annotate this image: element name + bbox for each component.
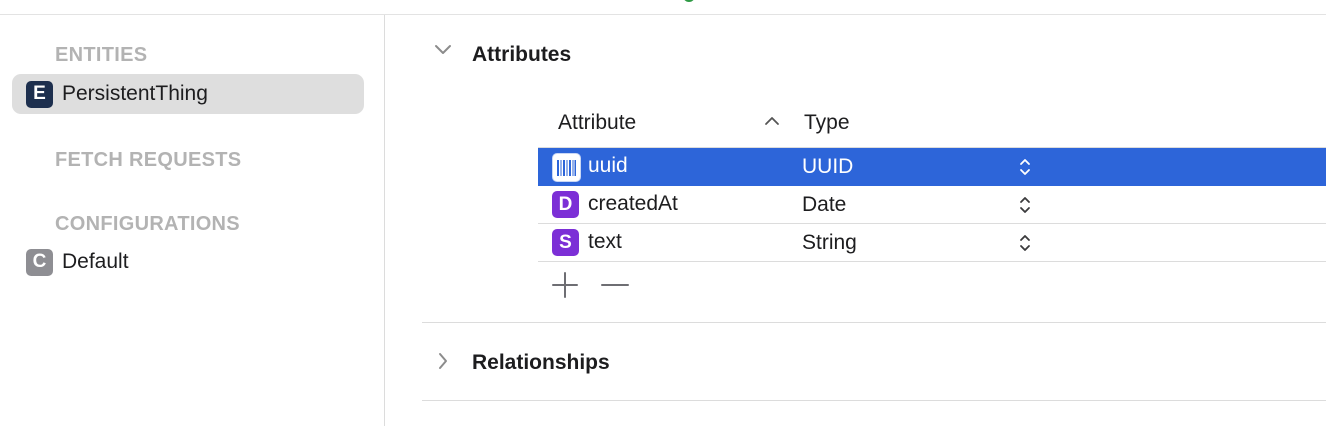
chevron-updown-icon[interactable] (1018, 233, 1032, 253)
section-divider (422, 400, 1326, 401)
attribute-name[interactable]: uuid (588, 154, 628, 178)
table-row[interactable]: uuid UUID (538, 148, 1326, 186)
add-attribute-button[interactable] (550, 270, 580, 300)
sidebar: ENTITIES E PersistentThing FETCH REQUEST… (0, 15, 384, 426)
sidebar-item-persistentthing[interactable]: E PersistentThing (12, 74, 364, 114)
attributes-table: Attribute Type uuid UUID D createdAt Dat… (538, 103, 1326, 306)
attributes-section-title[interactable]: Attributes (472, 43, 571, 67)
section-divider (422, 322, 1326, 323)
attribute-type[interactable]: String (802, 231, 857, 255)
sidebar-item-default[interactable]: C Default (12, 242, 364, 282)
chevron-down-icon[interactable] (433, 41, 453, 62)
status-indicator (683, 0, 695, 2)
relationships-section-title[interactable]: Relationships (472, 351, 610, 375)
chevron-right-icon[interactable] (433, 351, 453, 376)
column-header-attribute[interactable]: Attribute (558, 111, 636, 135)
remove-attribute-button[interactable] (600, 270, 630, 300)
sort-ascending-icon[interactable] (764, 113, 780, 129)
column-header-type[interactable]: Type (804, 111, 850, 135)
attribute-type[interactable]: UUID (802, 155, 853, 179)
sidebar-item-label: PersistentThing (62, 82, 208, 105)
attribute-name[interactable]: createdAt (588, 192, 678, 216)
table-controls (538, 262, 1326, 306)
sidebar-item-label: Default (62, 250, 129, 273)
table-row[interactable]: D createdAt Date (538, 186, 1326, 224)
fetch-requests-header: FETCH REQUESTS (55, 149, 242, 171)
chevron-updown-icon[interactable] (1018, 157, 1032, 177)
configuration-icon: C (26, 248, 53, 276)
configurations-header: CONFIGURATIONS (55, 213, 240, 235)
entity-icon: E (26, 80, 53, 108)
table-header: Attribute Type (538, 103, 1326, 148)
date-type-icon: D (552, 191, 579, 218)
attribute-name[interactable]: text (588, 230, 622, 254)
entities-header: ENTITIES (55, 44, 148, 66)
attribute-type[interactable]: Date (802, 193, 846, 217)
chevron-updown-icon[interactable] (1018, 195, 1032, 215)
main-editor: Attributes Attribute Type uuid UUID D cr… (385, 15, 1326, 426)
barcode-icon (552, 153, 581, 182)
string-type-icon: S (552, 229, 579, 256)
table-row[interactable]: S text String (538, 224, 1326, 262)
